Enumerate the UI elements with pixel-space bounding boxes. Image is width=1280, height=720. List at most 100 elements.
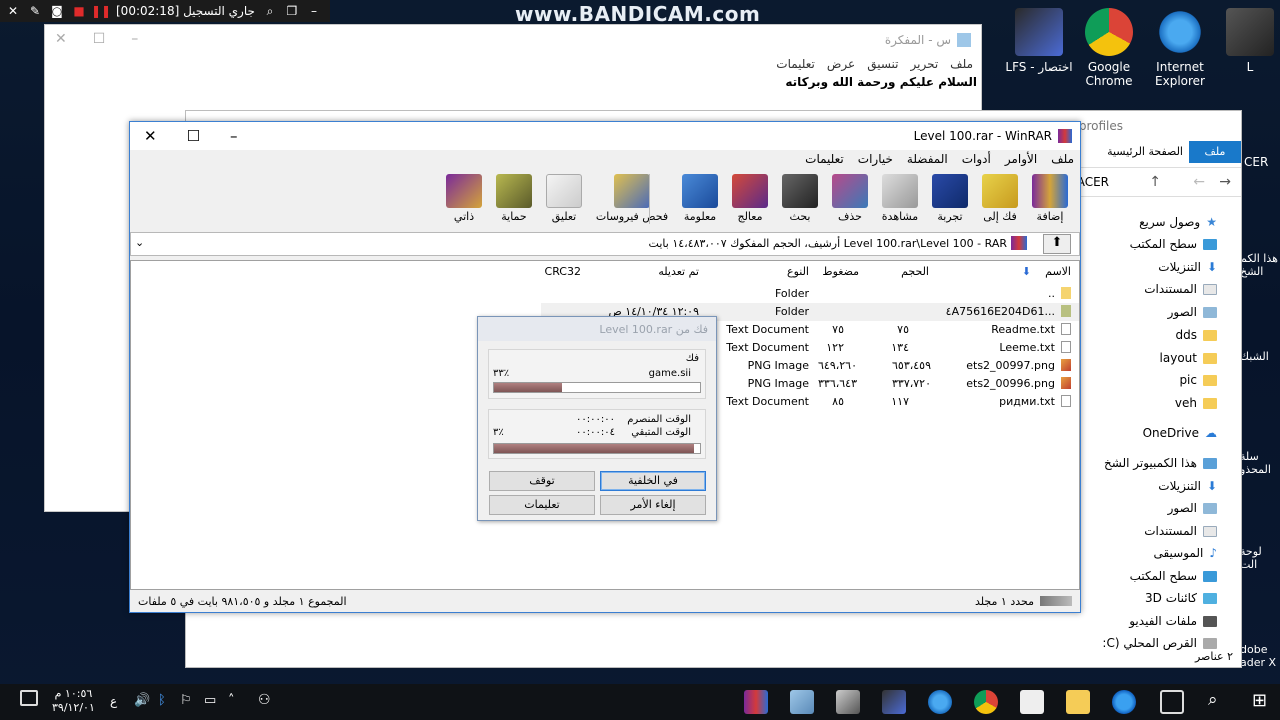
delete-button[interactable]: حذف	[826, 172, 874, 230]
find-button[interactable]: بحث	[776, 172, 824, 230]
view-button[interactable]: مشاهدة	[876, 172, 924, 230]
notification-icon[interactable]	[20, 690, 38, 706]
col-size[interactable]: الحجم	[901, 265, 929, 278]
desktop-icon-l[interactable]: L	[1215, 8, 1280, 74]
nav-item[interactable]: المستندات	[1144, 282, 1217, 296]
nav-item[interactable]: veh	[1175, 396, 1217, 410]
help-button[interactable]: تعليمات	[489, 495, 595, 515]
bluetooth-icon[interactable]: ᛒ	[158, 693, 166, 708]
protect-button[interactable]: حماية	[490, 172, 538, 230]
col-crc[interactable]: CRC32	[545, 265, 581, 278]
comment-button[interactable]: تعليق	[540, 172, 588, 230]
nav-item[interactable]: القرص المحلي (C:	[1102, 636, 1217, 650]
background-button[interactable]: في الخلفية	[600, 471, 706, 491]
menu-options[interactable]: خيارات	[858, 152, 893, 166]
pencil-icon[interactable]: ✎	[28, 4, 42, 18]
up-folder-button[interactable]: ⬆	[1043, 234, 1071, 254]
nav-item[interactable]: الصور	[1168, 501, 1217, 515]
forward-icon[interactable]: ←	[1193, 174, 1205, 190]
nav-item[interactable]: ♪ الموسيقى	[1153, 546, 1217, 560]
menu-help[interactable]: تعليمات	[776, 57, 815, 71]
lfs-taskbar-icon[interactable]	[882, 690, 906, 714]
nav-item[interactable]: layout	[1160, 351, 1217, 365]
minimize-icon[interactable]: –	[230, 127, 238, 145]
maximize-icon[interactable]: ☐	[93, 31, 106, 47]
menu-file[interactable]: ملف	[1051, 152, 1074, 166]
edge-taskbar-icon[interactable]	[1112, 690, 1136, 714]
virus-scan-button[interactable]: فحص فيروسات	[590, 172, 674, 230]
menu-tools[interactable]: أدوات	[962, 152, 991, 166]
nav-item[interactable]: pic	[1179, 373, 1217, 387]
table-row[interactable]: .. Folder	[131, 285, 1079, 303]
menu-favorites[interactable]: المفضلة	[907, 152, 948, 166]
close-icon[interactable]: ✕	[144, 127, 157, 145]
nav-item[interactable]: dds	[1176, 328, 1217, 342]
minimize-icon[interactable]: –	[307, 4, 321, 18]
archive-path[interactable]: Level 100.rar\Level 100 - RAR أرشيف، الح…	[649, 237, 1007, 250]
camera-icon[interactable]: ◙	[50, 4, 64, 18]
explorer-taskbar-icon[interactable]	[1066, 690, 1090, 714]
battery-icon[interactable]: ▭	[204, 693, 216, 708]
nav-item[interactable]: سطح المكتب	[1130, 569, 1217, 583]
ie-taskbar-icon[interactable]	[928, 690, 952, 714]
explorer-address[interactable]: ACER	[1077, 175, 1109, 189]
maximize-icon[interactable]: ☐	[187, 127, 200, 145]
sfx-button[interactable]: ذاتي	[440, 172, 488, 230]
menu-commands[interactable]: الأوامر	[1005, 152, 1037, 166]
game-taskbar-icon[interactable]	[836, 690, 860, 714]
nav-item[interactable]: ⬇ التنزيلات	[1158, 260, 1217, 274]
desktop-icon-lfs[interactable]: LFS - اختصار	[1004, 8, 1074, 74]
desktop-icon-ie[interactable]: Internet Explorer	[1145, 8, 1215, 88]
menu-format[interactable]: تنسيق	[867, 57, 898, 71]
test-button[interactable]: تجربة	[926, 172, 974, 230]
cancel-button[interactable]: إلغاء الأمر	[600, 495, 706, 515]
search-icon[interactable]: ⌕	[1208, 690, 1218, 710]
add-button[interactable]: إضافة	[1026, 172, 1074, 230]
winrar-taskbar-icon[interactable]	[744, 690, 768, 714]
nav-item[interactable]: سطح المكتب	[1130, 237, 1217, 251]
quick-access[interactable]: ★ وصول سريع	[1139, 215, 1217, 229]
stop-icon[interactable]: ■	[72, 4, 86, 18]
notepad-taskbar-icon[interactable]	[790, 690, 814, 714]
language-indicator[interactable]: ع	[110, 694, 117, 708]
search-icon[interactable]: ⌕	[263, 4, 277, 18]
pause-button[interactable]: توقف	[489, 471, 595, 491]
tab-home[interactable]: الصفحة الرئيسية	[1107, 145, 1183, 158]
nav-item[interactable]: الصور	[1168, 305, 1217, 319]
col-packed[interactable]: مضغوط	[822, 265, 859, 278]
people-icon[interactable]: ⚇	[258, 692, 271, 708]
close-icon[interactable]: ✕	[6, 4, 20, 18]
info-button[interactable]: معلومة	[676, 172, 724, 230]
extract-to-button[interactable]: فك إلى	[976, 172, 1024, 230]
task-view-icon[interactable]	[1160, 690, 1184, 714]
nav-item[interactable]: كائنات 3D	[1145, 591, 1217, 605]
close-icon[interactable]: ✕	[55, 31, 67, 47]
restore-icon[interactable]: ❐	[285, 4, 299, 18]
menu-file[interactable]: ملف	[950, 57, 973, 71]
nav-item[interactable]: ⬇ التنزيلات	[1158, 479, 1217, 493]
tab-file[interactable]: ملف	[1189, 141, 1241, 163]
wizard-button[interactable]: معالج	[726, 172, 774, 230]
chevron-down-icon[interactable]: ⌄	[135, 236, 144, 249]
chrome-taskbar-icon[interactable]	[974, 690, 998, 714]
volume-icon[interactable]: 🔊	[134, 693, 150, 708]
col-name[interactable]: الاسم	[1045, 265, 1071, 278]
nav-item[interactable]: ملفات الفيديو	[1129, 614, 1217, 628]
col-modified[interactable]: تم تعديله	[658, 265, 699, 278]
chevron-up-icon[interactable]: ˄	[228, 693, 235, 708]
back-icon[interactable]: →	[1219, 174, 1231, 190]
desktop-icon-chrome[interactable]: Google Chrome	[1074, 8, 1144, 88]
network-icon[interactable]: ⚐	[180, 693, 192, 708]
notepad-content[interactable]: السلام عليكم ورحمة الله وبركاته	[785, 75, 977, 89]
menu-help[interactable]: تعليمات	[805, 152, 844, 166]
pause-icon[interactable]: ❚❚	[91, 4, 111, 18]
nav-item[interactable]: المستندات	[1144, 524, 1217, 538]
menu-edit[interactable]: تحرير	[911, 57, 939, 71]
clock[interactable]: ١٠:٥٦ م ٣٩/١٢/٠١	[52, 687, 95, 715]
col-type[interactable]: النوع	[787, 265, 809, 278]
nav-item-onedrive[interactable]: ☁ OneDrive	[1143, 426, 1217, 440]
minimize-icon[interactable]: –	[131, 31, 138, 47]
mail-taskbar-icon[interactable]	[1020, 690, 1044, 714]
menu-view[interactable]: عرض	[827, 57, 855, 71]
up-icon[interactable]: ↑	[1149, 174, 1161, 190]
